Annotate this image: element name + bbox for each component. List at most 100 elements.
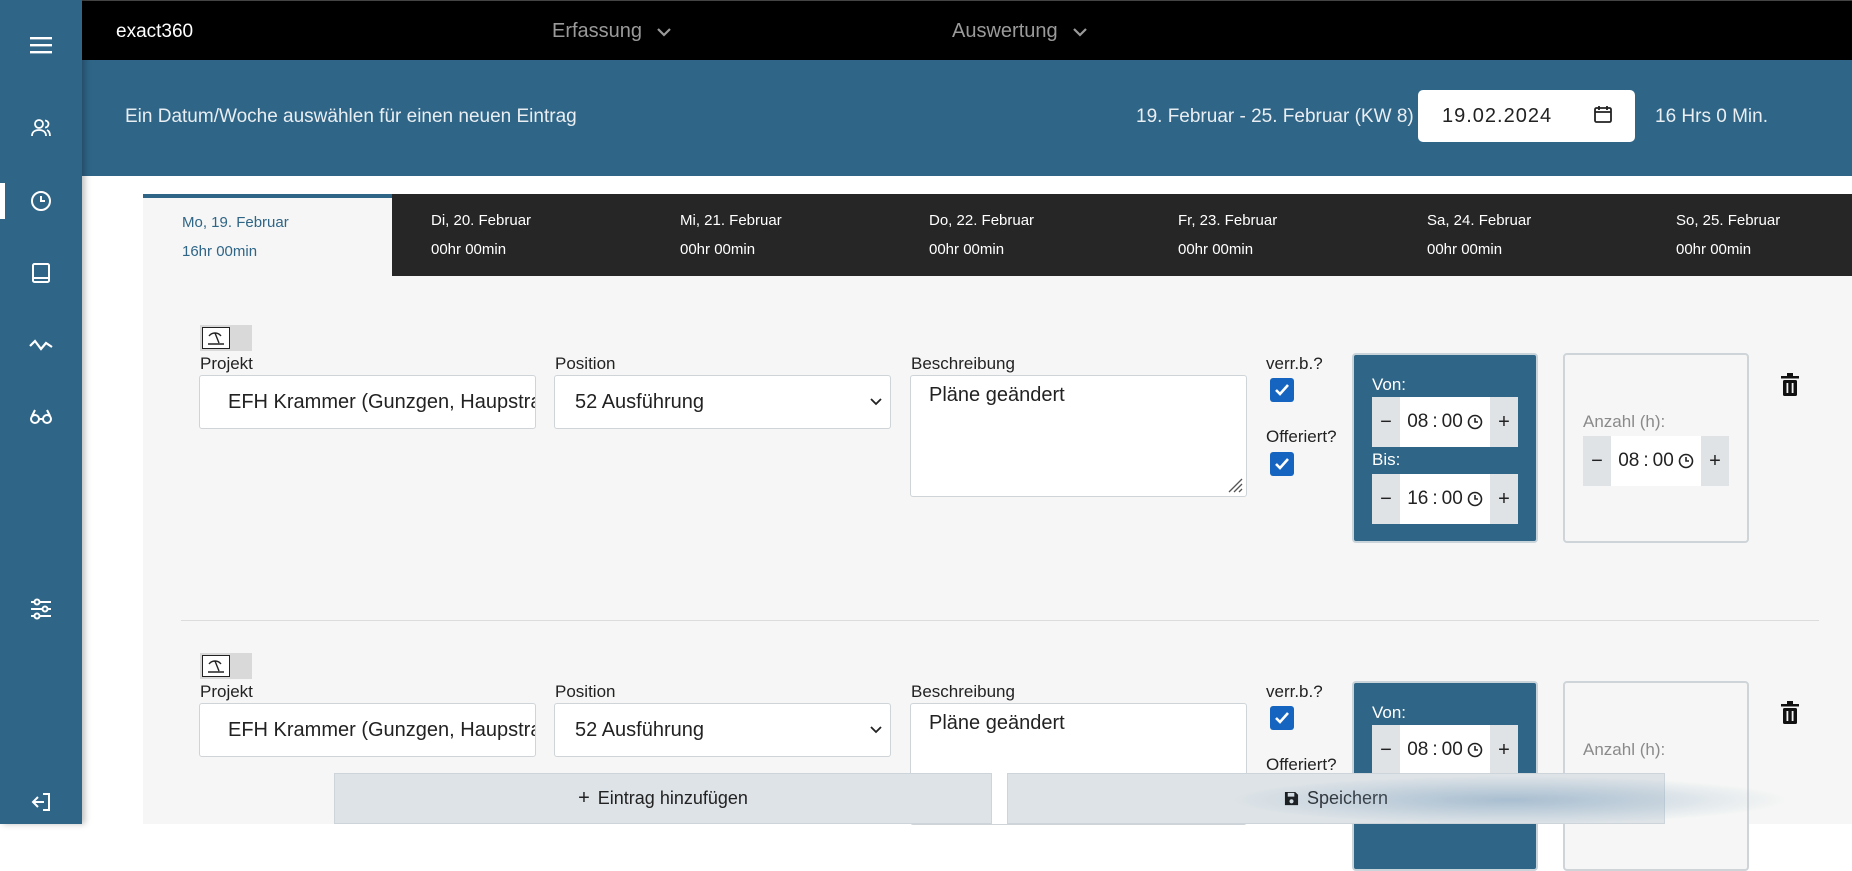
projekt-search-input[interactable]: EFH Krammer (Gunzgen, Haupstrasse) [199, 703, 536, 757]
increment-button[interactable]: + [1490, 474, 1518, 524]
beach-icon [202, 655, 230, 677]
add-entry-button[interactable]: + Eintrag hinzufügen [334, 773, 992, 824]
vacation-toggle[interactable] [200, 325, 252, 351]
activity-icon[interactable] [0, 325, 82, 365]
chevron-down-icon [870, 398, 882, 406]
tab-day-2[interactable]: Di, 20. Februar 00hr 00min [392, 194, 641, 276]
trash-icon[interactable] [1780, 701, 1800, 725]
verrechenbar-checkbox[interactable] [1270, 706, 1294, 730]
anzahl-label: Anzahl (h): [1583, 412, 1666, 431]
tab-day-label: Di, 20. Februar [431, 212, 532, 229]
von-label: Von: [1372, 703, 1407, 722]
week-range: 19. Februar - 25. Februar (KW 8) [1136, 106, 1414, 127]
hour-value: 08 [1618, 450, 1640, 471]
verrechenbar-label: verr.b.? [1266, 682, 1323, 701]
increment-button[interactable]: + [1701, 436, 1729, 486]
beschreibung-label: Beschreibung [911, 354, 1015, 373]
menu-icon[interactable] [0, 25, 82, 65]
menu-auswertung[interactable]: Auswertung [952, 20, 1088, 43]
tab-day-4[interactable]: Do, 22. Februar 00hr 00min [890, 194, 1139, 276]
clock-icon [1467, 742, 1483, 758]
projekt-label: Projekt [200, 682, 253, 701]
von-stepper[interactable]: − 08:00 + [1372, 725, 1518, 775]
check-icon [1275, 384, 1289, 396]
tab-day-hours: 00hr 00min [680, 241, 756, 258]
increment-button[interactable]: + [1490, 397, 1518, 447]
users-icon[interactable] [0, 108, 82, 148]
clock-icon[interactable] [0, 181, 82, 221]
position-value: 52 Ausführung [575, 718, 704, 741]
tab-day-3[interactable]: Mi, 21. Februar 00hr 00min [641, 194, 890, 276]
tab-day-hours: 16hr 00min [182, 243, 258, 260]
trash-icon[interactable] [1780, 373, 1800, 397]
sliders-icon[interactable] [0, 589, 82, 629]
bis-time-input[interactable]: 16:00 [1400, 474, 1490, 524]
minute-value: 00 [1441, 488, 1463, 509]
position-label: Position [555, 354, 616, 373]
tab-day-5[interactable]: Fr, 23. Februar 00hr 00min [1139, 194, 1388, 276]
offeriert-checkbox[interactable] [1270, 452, 1294, 476]
resize-handle-icon[interactable] [1225, 475, 1243, 493]
tab-day-1[interactable]: Mo, 19. Februar 16hr 00min [143, 194, 392, 276]
add-entry-label: Eintrag hinzufügen [597, 788, 748, 808]
check-icon [1275, 458, 1289, 470]
bis-stepper[interactable]: − 16:00 + [1372, 474, 1518, 524]
tab-day-hours: 00hr 00min [431, 241, 507, 258]
von-stepper[interactable]: − 08:00 + [1372, 397, 1518, 447]
menu-erfassung-label: Erfassung [552, 20, 643, 42]
verrechenbar-checkbox[interactable] [1270, 378, 1294, 402]
clock-icon [1467, 491, 1483, 507]
decrement-button[interactable]: − [1372, 474, 1400, 524]
bis-label: Bis: [1372, 450, 1401, 469]
clock-icon [1678, 453, 1694, 469]
entries-panel: Projekt EFH Krammer (Gunzgen, Haupstrass… [143, 276, 1852, 871]
increment-button[interactable]: + [1490, 725, 1518, 775]
tab-day-label: Mo, 19. Februar [182, 214, 289, 231]
anzahl-time-input[interactable]: 08:00 [1611, 436, 1701, 486]
position-select[interactable]: 52 Ausführung [554, 703, 891, 757]
save-button[interactable]: Speichern [1007, 773, 1665, 824]
position-value: 52 Ausführung [575, 390, 704, 413]
week-total: 16 Hrs 0 Min. [1655, 106, 1768, 127]
beschreibung-value: Pläne geändert [929, 712, 1065, 734]
beschreibung-value: Pläne geändert [929, 384, 1065, 406]
minute-value: 00 [1441, 739, 1463, 760]
von-time-input[interactable]: 08:00 [1400, 397, 1490, 447]
projekt-search-input[interactable]: EFH Krammer (Gunzgen, Haupstrasse) [199, 375, 536, 429]
beschreibung-textarea[interactable]: Pläne geändert [910, 375, 1247, 497]
decrement-button[interactable]: − [1372, 397, 1400, 447]
save-icon [1284, 791, 1299, 806]
save-label: Speichern [1306, 788, 1389, 808]
anzahl-stepper[interactable]: − 08:00 + [1583, 436, 1729, 486]
menu-erfassung[interactable]: Erfassung [552, 20, 672, 43]
sidebar [0, 0, 82, 824]
hour-value: 08 [1407, 411, 1429, 432]
tab-day-label: Mi, 21. Februar [680, 212, 782, 229]
logout-icon[interactable] [0, 782, 82, 822]
calendar-icon[interactable] [1593, 104, 1613, 124]
tab-day-hours: 00hr 00min [1676, 241, 1752, 258]
minute-value: 00 [1652, 450, 1674, 471]
book-icon[interactable] [0, 253, 82, 293]
tab-day-7[interactable]: So, 25. Februar 00hr 00min [1637, 194, 1852, 276]
tab-day-6[interactable]: Sa, 24. Februar 00hr 00min [1388, 194, 1637, 276]
chevron-down-icon [870, 726, 882, 734]
entry-divider [181, 620, 1819, 621]
clock-icon [1467, 414, 1483, 430]
glasses-icon[interactable] [0, 397, 82, 437]
von-bis-card: Von: − 08:00 + Bis: − 16:00 + [1352, 353, 1538, 543]
offeriert-label: Offeriert? [1266, 755, 1337, 774]
projekt-value: EFH Krammer (Gunzgen, Haupstrasse) [228, 718, 535, 741]
von-label: Von: [1372, 375, 1407, 394]
menu-auswertung-label: Auswertung [952, 20, 1058, 42]
decrement-button[interactable]: − [1583, 436, 1611, 486]
top-navbar: exact360 Erfassung Auswertung [82, 0, 1852, 60]
brand-logo[interactable]: exact360 [116, 21, 193, 43]
decrement-button[interactable]: − [1372, 725, 1400, 775]
tab-day-label: Sa, 24. Februar [1427, 212, 1532, 229]
tab-day-hours: 00hr 00min [1427, 241, 1503, 258]
position-select[interactable]: 52 Ausführung [554, 375, 891, 429]
vacation-toggle[interactable] [200, 653, 252, 679]
date-input[interactable]: 19.02.2024 [1418, 90, 1635, 142]
von-time-input[interactable]: 08:00 [1400, 725, 1490, 775]
